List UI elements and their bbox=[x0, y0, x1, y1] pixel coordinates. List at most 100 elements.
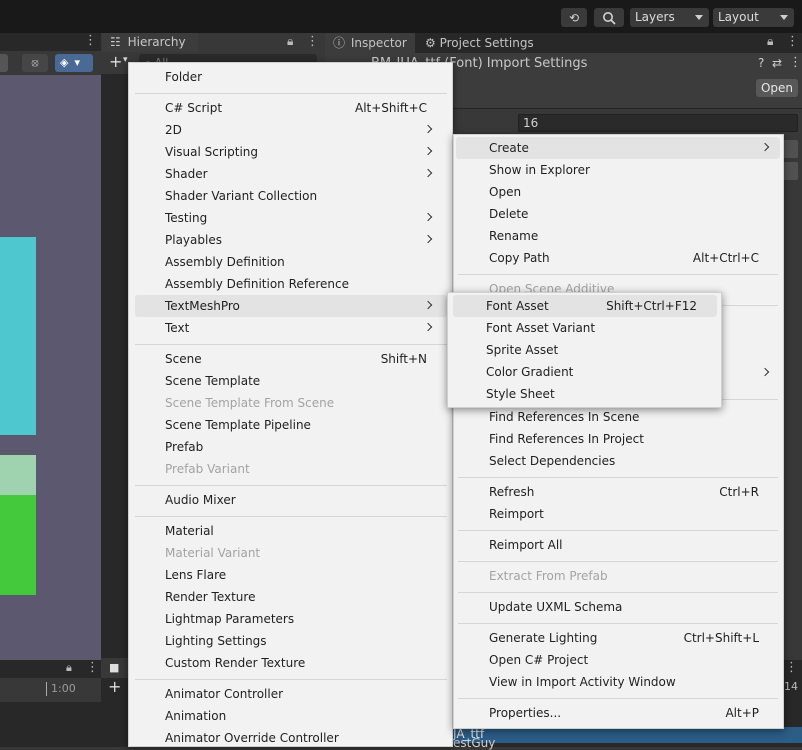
info-icon: ⓘ bbox=[333, 36, 346, 50]
project-tab[interactable]: ■ bbox=[101, 660, 129, 678]
menu-item-shader-variant-collection[interactable]: Shader Variant Collection bbox=[135, 185, 447, 207]
layout-label: Layout bbox=[718, 10, 759, 24]
font-size-field[interactable]: 16 bbox=[518, 114, 798, 132]
menu-item-label: Open bbox=[489, 185, 522, 199]
menu-item-shader[interactable]: Shader bbox=[135, 163, 447, 185]
menu-item-label: Lighting Settings bbox=[165, 634, 267, 648]
menu-item-open[interactable]: Open bbox=[456, 181, 780, 203]
timeline-ruler[interactable]: 1:00 bbox=[0, 678, 101, 702]
menu-item-assembly-definition[interactable]: Assembly Definition bbox=[135, 251, 447, 273]
menu-item-label: Refresh bbox=[489, 485, 535, 499]
search-button[interactable] bbox=[594, 8, 624, 27]
menu-item-assembly-definition-reference[interactable]: Assembly Definition Reference bbox=[135, 273, 447, 295]
lock-icon[interactable]: 🔒︎ bbox=[287, 34, 293, 49]
menu-item-create[interactable]: Create bbox=[456, 137, 780, 159]
menu-item-label: 2D bbox=[165, 123, 182, 137]
preset-icon[interactable]: ⇄ bbox=[772, 56, 782, 70]
more-options-icon[interactable]: ⋮ bbox=[86, 660, 99, 675]
menu-item-material[interactable]: Material bbox=[135, 520, 447, 542]
lock-icon[interactable]: 🔒︎ bbox=[66, 661, 72, 675]
menu-item-render-texture[interactable]: Render Texture bbox=[135, 586, 447, 608]
menu-item-scene-template-pipeline[interactable]: Scene Template Pipeline bbox=[135, 414, 447, 436]
help-icon[interactable]: ? bbox=[758, 56, 764, 70]
menu-item-refresh[interactable]: Refresh Ctrl+R bbox=[456, 481, 780, 503]
list-item-selected[interactable]: JA_ttf bbox=[453, 727, 802, 743]
scene-tool-button[interactable] bbox=[0, 54, 8, 72]
menu-item-lighting-settings[interactable]: Lighting Settings bbox=[135, 630, 447, 652]
menu-item-label: Material Variant bbox=[165, 546, 261, 560]
menu-item-copy-path[interactable]: Copy Path Alt+Ctrl+C bbox=[456, 247, 780, 269]
menu-item-animation[interactable]: Animation bbox=[135, 705, 447, 727]
more-options-icon[interactable]: ⋮ bbox=[306, 34, 319, 49]
menu-item-label: Playables bbox=[165, 233, 222, 247]
draw-mode-button[interactable]: ◈ ▾ bbox=[55, 54, 93, 72]
layers-label: Layers bbox=[635, 10, 675, 24]
menu-item-font-asset-variant[interactable]: Font Asset Variant bbox=[453, 317, 717, 339]
menu-separator bbox=[135, 516, 447, 517]
menu-item-label: View in Import Activity Window bbox=[489, 675, 676, 689]
menu-item-playables[interactable]: Playables bbox=[135, 229, 447, 251]
menu-item-label: Sprite Asset bbox=[486, 343, 559, 357]
lock-icon[interactable]: 🔒︎ bbox=[767, 34, 773, 49]
add-icon[interactable]: + bbox=[108, 677, 121, 696]
project-settings-tab-label: Project Settings bbox=[439, 36, 534, 50]
menu-item-sprite-asset[interactable]: Sprite Asset bbox=[453, 339, 717, 361]
menu-item-lightmap-parameters[interactable]: Lightmap Parameters bbox=[135, 608, 447, 630]
menu-item-update-uxml-schema[interactable]: Update UXML Schema bbox=[456, 596, 780, 618]
more-options-icon[interactable]: ⋮ bbox=[789, 55, 802, 70]
menu-item-custom-render-texture[interactable]: Custom Render Texture bbox=[135, 652, 447, 674]
menu-item-show-in-explorer[interactable]: Show in Explorer bbox=[456, 159, 780, 181]
menu-item-open-c-project[interactable]: Open C# Project bbox=[456, 649, 780, 671]
menu-item-font-asset[interactable]: Font Asset Shift+Ctrl+F12 bbox=[453, 295, 717, 317]
scene-viewport[interactable] bbox=[0, 75, 101, 660]
menu-item-label: Generate Lighting bbox=[489, 631, 598, 645]
menu-item-label: Lightmap Parameters bbox=[165, 612, 295, 626]
menu-item-scene-template[interactable]: Scene Template bbox=[135, 370, 447, 392]
menu-item-animator-controller[interactable]: Animator Controller bbox=[135, 683, 447, 705]
chevron-right-icon bbox=[423, 212, 433, 222]
menu-item-shortcut: Alt+Ctrl+C bbox=[692, 251, 759, 265]
menu-item-prefab[interactable]: Prefab bbox=[135, 436, 447, 458]
menu-item-folder[interactable]: Folder bbox=[135, 66, 447, 88]
menu-item-animator-override-controller[interactable]: Animator Override Controller bbox=[135, 727, 447, 749]
menu-item-label: Shader Variant Collection bbox=[165, 189, 318, 203]
open-button[interactable]: Open bbox=[756, 79, 798, 97]
chevron-down-icon[interactable]: ▾ bbox=[123, 55, 128, 65]
menu-item-reimport-all[interactable]: Reimport All bbox=[456, 534, 780, 556]
menu-item-scene[interactable]: Scene Shift+N bbox=[135, 348, 447, 370]
gizmo-toggle-button[interactable]: ⦻ bbox=[22, 54, 48, 72]
menu-item-testing[interactable]: Testing bbox=[135, 207, 447, 229]
menu-item-audio-mixer[interactable]: Audio Mixer bbox=[135, 489, 447, 511]
history-button[interactable]: ⟲ bbox=[561, 8, 587, 27]
tab-inspector[interactable]: ⓘ Inspector bbox=[325, 33, 415, 53]
layers-dropdown[interactable]: Layers bbox=[630, 8, 709, 27]
more-options-icon[interactable]: ⋮ bbox=[785, 660, 798, 675]
tab-hierarchy[interactable]: ☷ Hierarchy bbox=[102, 33, 198, 52]
menu-item-text[interactable]: Text bbox=[135, 317, 447, 339]
more-options-icon[interactable]: ⋮ bbox=[84, 33, 97, 48]
menu-item-view-in-import-activity-window[interactable]: View in Import Activity Window bbox=[456, 671, 780, 693]
menu-item-find-references-in-project[interactable]: Find References In Project bbox=[456, 428, 780, 450]
menu-item-properties[interactable]: Properties... Alt+P bbox=[456, 702, 780, 724]
menu-item-2d[interactable]: 2D bbox=[135, 119, 447, 141]
more-options-icon[interactable]: ⋮ bbox=[786, 34, 799, 49]
asset-label[interactable]: estGuy bbox=[453, 736, 495, 750]
menu-item-generate-lighting[interactable]: Generate Lighting Ctrl+Shift+L bbox=[456, 627, 780, 649]
menu-item-rename[interactable]: Rename bbox=[456, 225, 780, 247]
menu-item-color-gradient[interactable]: Color Gradient bbox=[453, 361, 717, 383]
menu-item-style-sheet[interactable]: Style Sheet bbox=[453, 383, 717, 405]
timeline-playhead[interactable] bbox=[46, 682, 47, 696]
menu-item-find-references-in-scene[interactable]: Find References In Scene bbox=[456, 406, 780, 428]
menu-separator bbox=[458, 477, 778, 478]
tab-project-settings[interactable]: ⚙ Project Settings bbox=[425, 33, 545, 53]
menu-item-label: Testing bbox=[165, 211, 208, 225]
add-icon[interactable]: + bbox=[109, 52, 122, 71]
menu-item-delete[interactable]: Delete bbox=[456, 203, 780, 225]
menu-item-c-script[interactable]: C# Script Alt+Shift+C bbox=[135, 97, 447, 119]
menu-item-textmeshpro[interactable]: TextMeshPro bbox=[135, 295, 447, 317]
layout-dropdown[interactable]: Layout bbox=[713, 8, 794, 27]
menu-item-reimport[interactable]: Reimport bbox=[456, 503, 780, 525]
menu-item-select-dependencies[interactable]: Select Dependencies bbox=[456, 450, 780, 472]
menu-item-lens-flare[interactable]: Lens Flare bbox=[135, 564, 447, 586]
menu-item-visual-scripting[interactable]: Visual Scripting bbox=[135, 141, 447, 163]
